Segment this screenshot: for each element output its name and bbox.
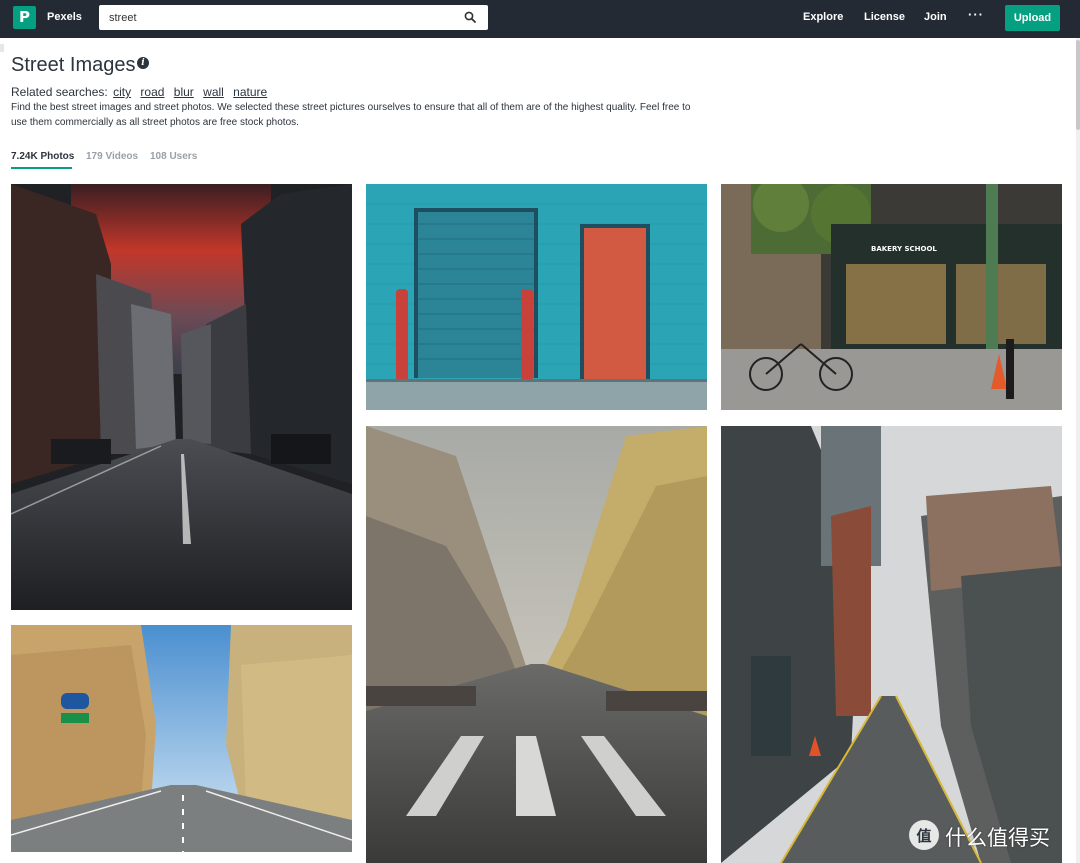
more-menu-icon[interactable]: ··· (968, 7, 984, 22)
search-input[interactable] (109, 5, 449, 30)
related-link-nature[interactable]: nature (233, 85, 267, 99)
page-description: Find the best street images and street p… (11, 102, 691, 128)
nav-join-link[interactable]: Join (924, 11, 947, 23)
photo-teal-wall-doors[interactable] (366, 184, 707, 410)
tab-videos[interactable]: 179 Videos (86, 151, 138, 162)
watermark-text: 什么值得买 (945, 826, 1050, 850)
page-title: Street Images (11, 54, 136, 76)
photo-european-street[interactable] (11, 625, 352, 852)
tab-photos[interactable]: 7.24K Photos (11, 151, 74, 162)
pexels-logo-icon[interactable]: P (13, 6, 36, 29)
left-edge-marker (0, 44, 4, 52)
svg-text:值: 值 (916, 827, 931, 845)
related-searches-label: Related searches: (11, 85, 108, 99)
photo-alley-brick[interactable] (721, 426, 1062, 863)
nav-explore-link[interactable]: Explore (803, 11, 843, 23)
related-link-city[interactable]: city (113, 85, 131, 99)
watermark-logo-icon: 值 (909, 820, 939, 850)
photo-city-street-sunset[interactable] (11, 184, 352, 610)
photo-bakery-storefront[interactable]: BAKERY SCHOOL (721, 184, 1062, 410)
info-icon[interactable]: i (137, 57, 149, 69)
search-box (99, 5, 488, 30)
search-icon[interactable] (464, 11, 476, 23)
page-scrollbar[interactable] (1076, 38, 1080, 863)
bakery-sign-text: BAKERY SCHOOL (871, 245, 937, 253)
active-tab-indicator (11, 167, 72, 169)
upload-button[interactable]: Upload (1005, 5, 1060, 31)
nav-license-link[interactable]: License (864, 11, 905, 23)
related-link-wall[interactable]: wall (203, 85, 224, 99)
brand-name[interactable]: Pexels (47, 11, 82, 23)
top-navigation-bar: P Pexels Explore License Join ··· Upload (0, 0, 1080, 38)
tab-users[interactable]: 108 Users (150, 151, 197, 162)
related-link-blur[interactable]: blur (174, 85, 194, 99)
related-searches: Related searches: city road blur wall na… (11, 85, 267, 99)
scrollbar-thumb[interactable] (1076, 40, 1080, 130)
photo-empty-avenue[interactable] (366, 426, 707, 863)
related-link-road[interactable]: road (140, 85, 164, 99)
site-watermark: 值 什么值得买 (909, 818, 1077, 856)
